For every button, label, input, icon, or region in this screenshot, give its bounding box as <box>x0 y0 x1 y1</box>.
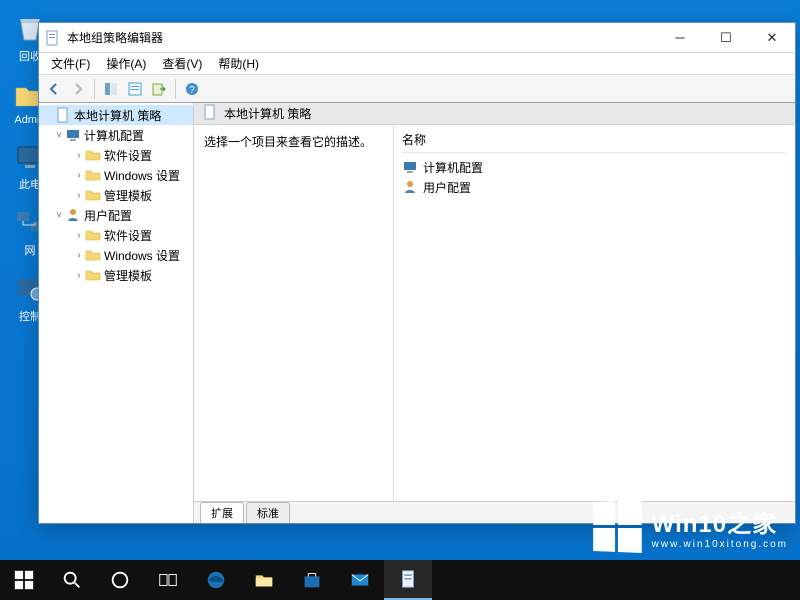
collapse-icon[interactable]: ˅ <box>53 130 65 141</box>
list-label: 计算机配置 <box>423 159 483 176</box>
properties-button[interactable] <box>124 78 146 100</box>
content-title: 本地计算机 策略 <box>224 105 311 122</box>
tree-label: Windows 设置 <box>104 167 180 184</box>
menu-file[interactable]: 文件(F) <box>43 53 98 74</box>
search-button[interactable] <box>48 560 96 600</box>
maximize-button[interactable]: ☐ <box>703 23 749 52</box>
tree-user-windows-settings[interactable]: › Windows 设置 <box>39 245 193 265</box>
folder-icon <box>85 227 101 243</box>
expand-icon[interactable]: › <box>73 150 85 161</box>
taskbar-mail[interactable] <box>336 560 384 600</box>
tree-user-config[interactable]: ˅ 用户配置 <box>39 205 193 225</box>
folder-icon <box>85 167 101 183</box>
tree-pane[interactable]: 本地计算机 策略 ˅ 计算机配置 › 软件设置 › Windows 设置 › 管… <box>39 103 194 523</box>
tree-label: 本地计算机 策略 <box>74 107 161 124</box>
watermark-brand: Win10之家 <box>652 511 777 538</box>
menu-help[interactable]: 帮助(H) <box>210 53 267 74</box>
minimize-button[interactable]: ─ <box>657 23 703 52</box>
list-item-computer-config[interactable]: 计算机配置 <box>402 157 787 177</box>
tree-windows-settings[interactable]: › Windows 设置 <box>39 165 193 185</box>
cortana-button[interactable] <box>96 560 144 600</box>
gpedit-window: 本地组策略编辑器 ─ ☐ ✕ 文件(F) 操作(A) 查看(V) 帮助(H) ?… <box>38 22 796 524</box>
toolbar: ? <box>39 75 795 103</box>
menubar: 文件(F) 操作(A) 查看(V) 帮助(H) <box>39 53 795 75</box>
expand-icon[interactable]: › <box>73 270 85 281</box>
task-view-button[interactable] <box>144 560 192 600</box>
window-title: 本地组策略编辑器 <box>67 29 657 46</box>
expand-icon[interactable]: › <box>73 230 85 241</box>
windows-logo-icon <box>593 500 642 553</box>
user-icon <box>402 179 418 195</box>
expand-icon[interactable]: › <box>73 190 85 201</box>
tree-label: Windows 设置 <box>104 247 180 264</box>
taskbar[interactable] <box>0 560 800 600</box>
policy-icon <box>55 107 71 123</box>
column-name[interactable]: 名称 <box>402 129 787 153</box>
tab-extended[interactable]: 扩展 <box>200 502 244 523</box>
tree-software-settings[interactable]: › 软件设置 <box>39 145 193 165</box>
tab-standard[interactable]: 标准 <box>246 502 290 523</box>
menu-action[interactable]: 操作(A) <box>98 53 154 74</box>
list-pane[interactable]: 名称 计算机配置 用户配置 <box>394 125 795 501</box>
svg-text:?: ? <box>189 85 195 96</box>
tree-root[interactable]: 本地计算机 策略 <box>39 105 193 125</box>
folder-icon <box>85 267 101 283</box>
content-header: 本地计算机 策略 <box>194 103 795 125</box>
list-label: 用户配置 <box>423 179 471 196</box>
tree-computer-config[interactable]: ˅ 计算机配置 <box>39 125 193 145</box>
tree-label: 计算机配置 <box>84 127 144 144</box>
user-icon <box>65 207 81 223</box>
watermark: Win10之家 www.win10xitong.com <box>591 501 788 552</box>
titlebar[interactable]: 本地组策略编辑器 ─ ☐ ✕ <box>39 23 795 53</box>
folder-icon <box>85 247 101 263</box>
taskbar-gpedit[interactable] <box>384 560 432 600</box>
list-item-user-config[interactable]: 用户配置 <box>402 177 787 197</box>
taskbar-edge[interactable] <box>192 560 240 600</box>
tree-user-software-settings[interactable]: › 软件设置 <box>39 225 193 245</box>
watermark-url: www.win10xitong.com <box>652 539 788 550</box>
collapse-icon[interactable]: ˅ <box>53 210 65 221</box>
help-button[interactable]: ? <box>181 78 203 100</box>
folder-icon <box>85 187 101 203</box>
tree-admin-templates[interactable]: › 管理模板 <box>39 185 193 205</box>
forward-button[interactable] <box>67 78 89 100</box>
policy-icon <box>202 104 218 123</box>
export-button[interactable] <box>148 78 170 100</box>
folder-icon <box>85 147 101 163</box>
tree-label: 软件设置 <box>104 147 152 164</box>
tree-label: 管理模板 <box>104 187 152 204</box>
description-pane: 选择一个项目来查看它的描述。 <box>194 125 394 501</box>
taskbar-store[interactable] <box>288 560 336 600</box>
show-hide-tree-button[interactable] <box>100 78 122 100</box>
computer-icon <box>402 159 418 175</box>
computer-icon <box>65 127 81 143</box>
tree-label: 软件设置 <box>104 227 152 244</box>
taskbar-explorer[interactable] <box>240 560 288 600</box>
description-text: 选择一个项目来查看它的描述。 <box>204 133 383 150</box>
menu-view[interactable]: 查看(V) <box>154 53 210 74</box>
tree-label: 管理模板 <box>104 267 152 284</box>
app-icon <box>45 30 61 46</box>
expand-icon[interactable]: › <box>73 170 85 181</box>
back-button[interactable] <box>43 78 65 100</box>
tree-label: 用户配置 <box>84 207 132 224</box>
start-button[interactable] <box>0 560 48 600</box>
close-button[interactable]: ✕ <box>749 23 795 52</box>
expand-icon[interactable]: › <box>73 250 85 261</box>
tree-user-admin-templates[interactable]: › 管理模板 <box>39 265 193 285</box>
